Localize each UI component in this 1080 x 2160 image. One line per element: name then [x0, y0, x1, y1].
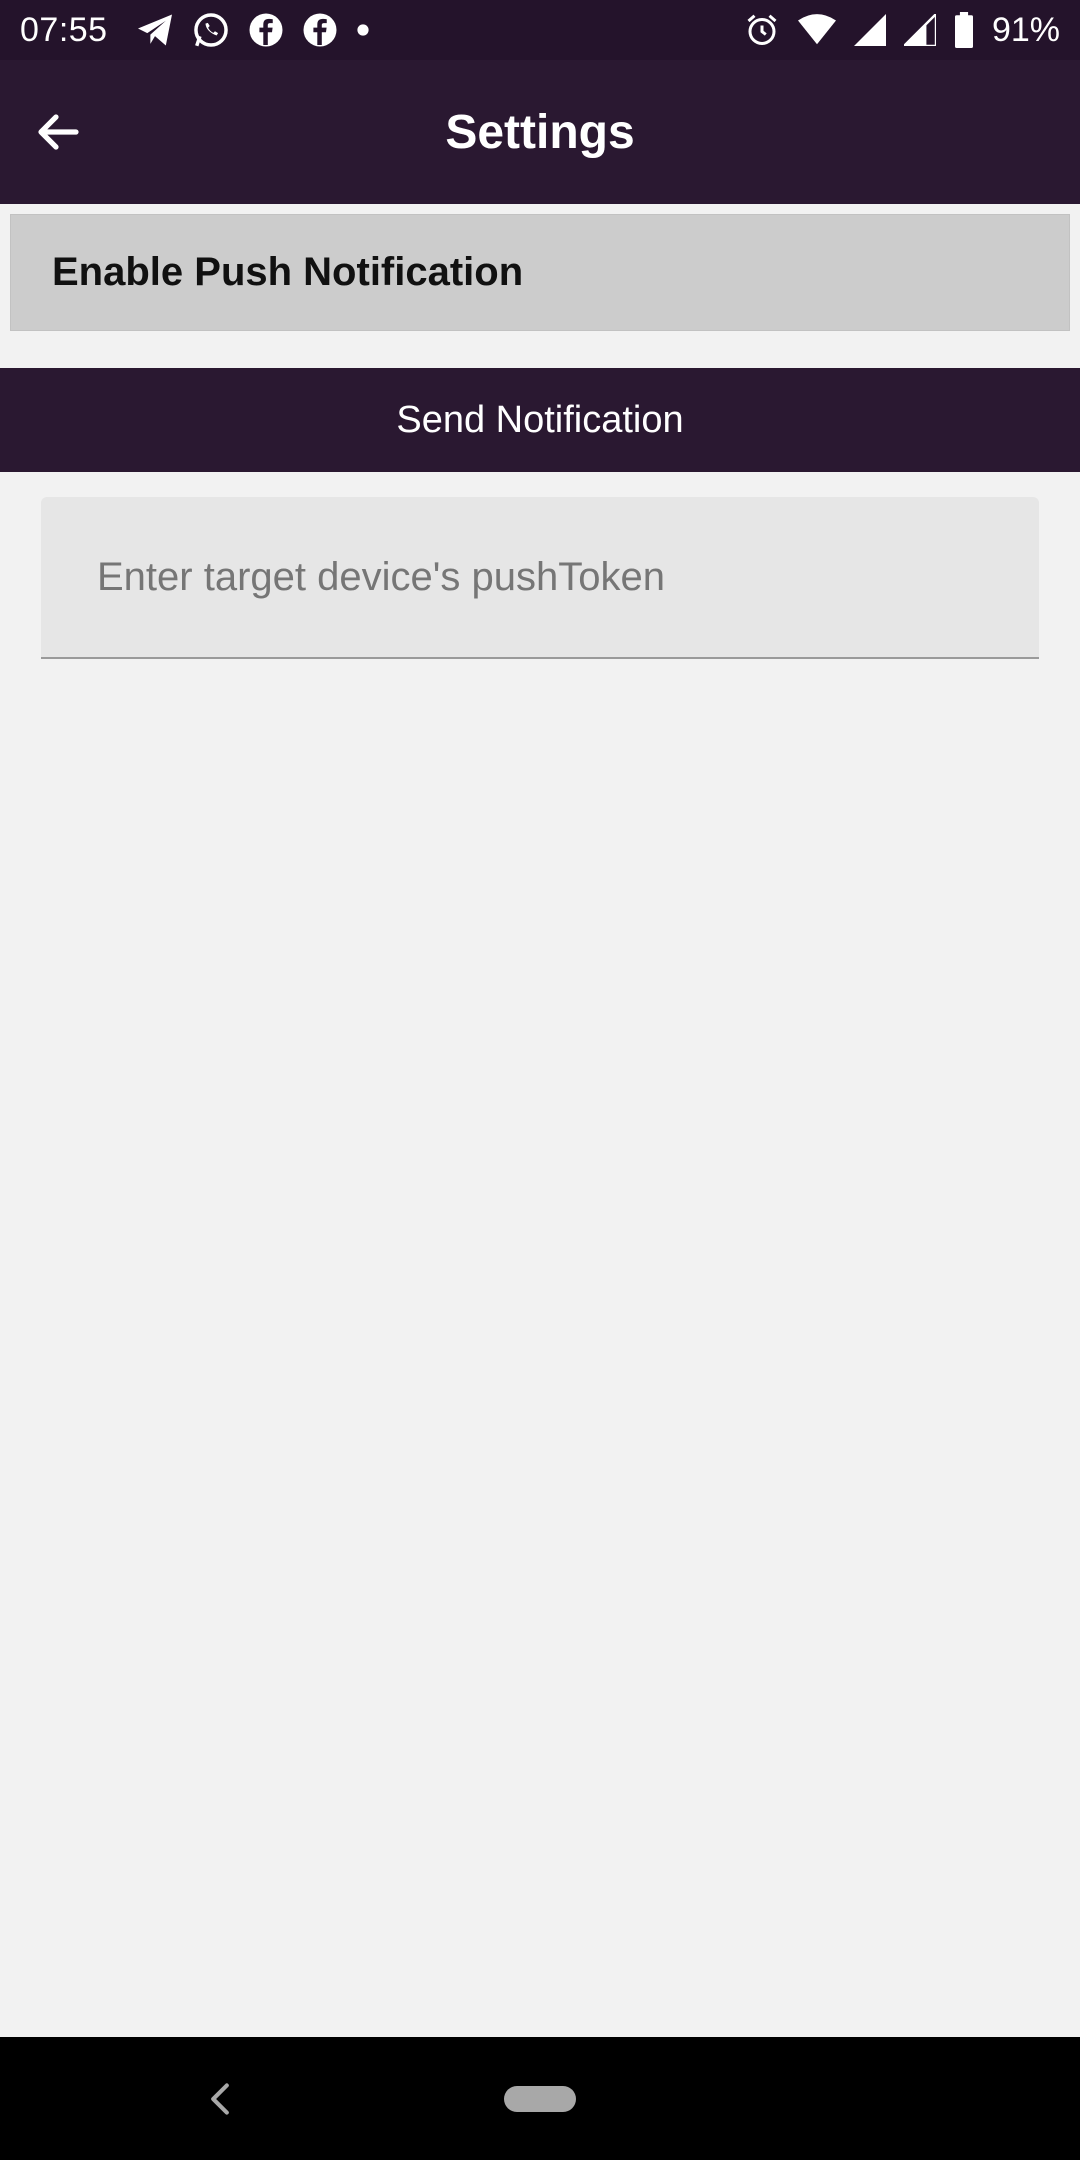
- send-notification-button[interactable]: Send Notification: [0, 368, 1080, 472]
- signal-icon: [853, 14, 886, 46]
- facebook-icon: [302, 12, 338, 48]
- nav-back-button[interactable]: [200, 2077, 240, 2121]
- facebook-icon: [248, 12, 284, 48]
- enable-push-notification-label: Enable Push Notification: [52, 250, 524, 294]
- status-left: 07:55: [20, 0, 370, 60]
- battery-icon: [954, 12, 974, 48]
- status-right: 91%: [744, 0, 1060, 60]
- push-token-field: [41, 497, 1039, 659]
- status-time: 07:55: [20, 10, 108, 49]
- battery-percent: 91%: [991, 10, 1060, 49]
- dot-icon: [356, 23, 370, 37]
- enable-push-notification-row[interactable]: Enable Push Notification: [10, 214, 1070, 331]
- page-title: Settings: [445, 105, 635, 159]
- whatsapp-icon: [192, 11, 230, 49]
- alarm-icon: [744, 12, 780, 48]
- arrow-left-icon: [34, 108, 82, 156]
- app-bar: Settings: [0, 60, 1080, 204]
- telegram-icon: [136, 13, 174, 47]
- status-bar: 07:55 91%: [0, 0, 1080, 60]
- push-token-input[interactable]: [41, 497, 1039, 657]
- navigation-bar: [0, 2037, 1080, 2160]
- chevron-left-icon: [209, 2082, 231, 2116]
- signal-icon: [903, 14, 936, 46]
- nav-home-pill[interactable]: [504, 2086, 576, 2112]
- wifi-icon: [797, 13, 836, 47]
- back-button[interactable]: [24, 98, 92, 166]
